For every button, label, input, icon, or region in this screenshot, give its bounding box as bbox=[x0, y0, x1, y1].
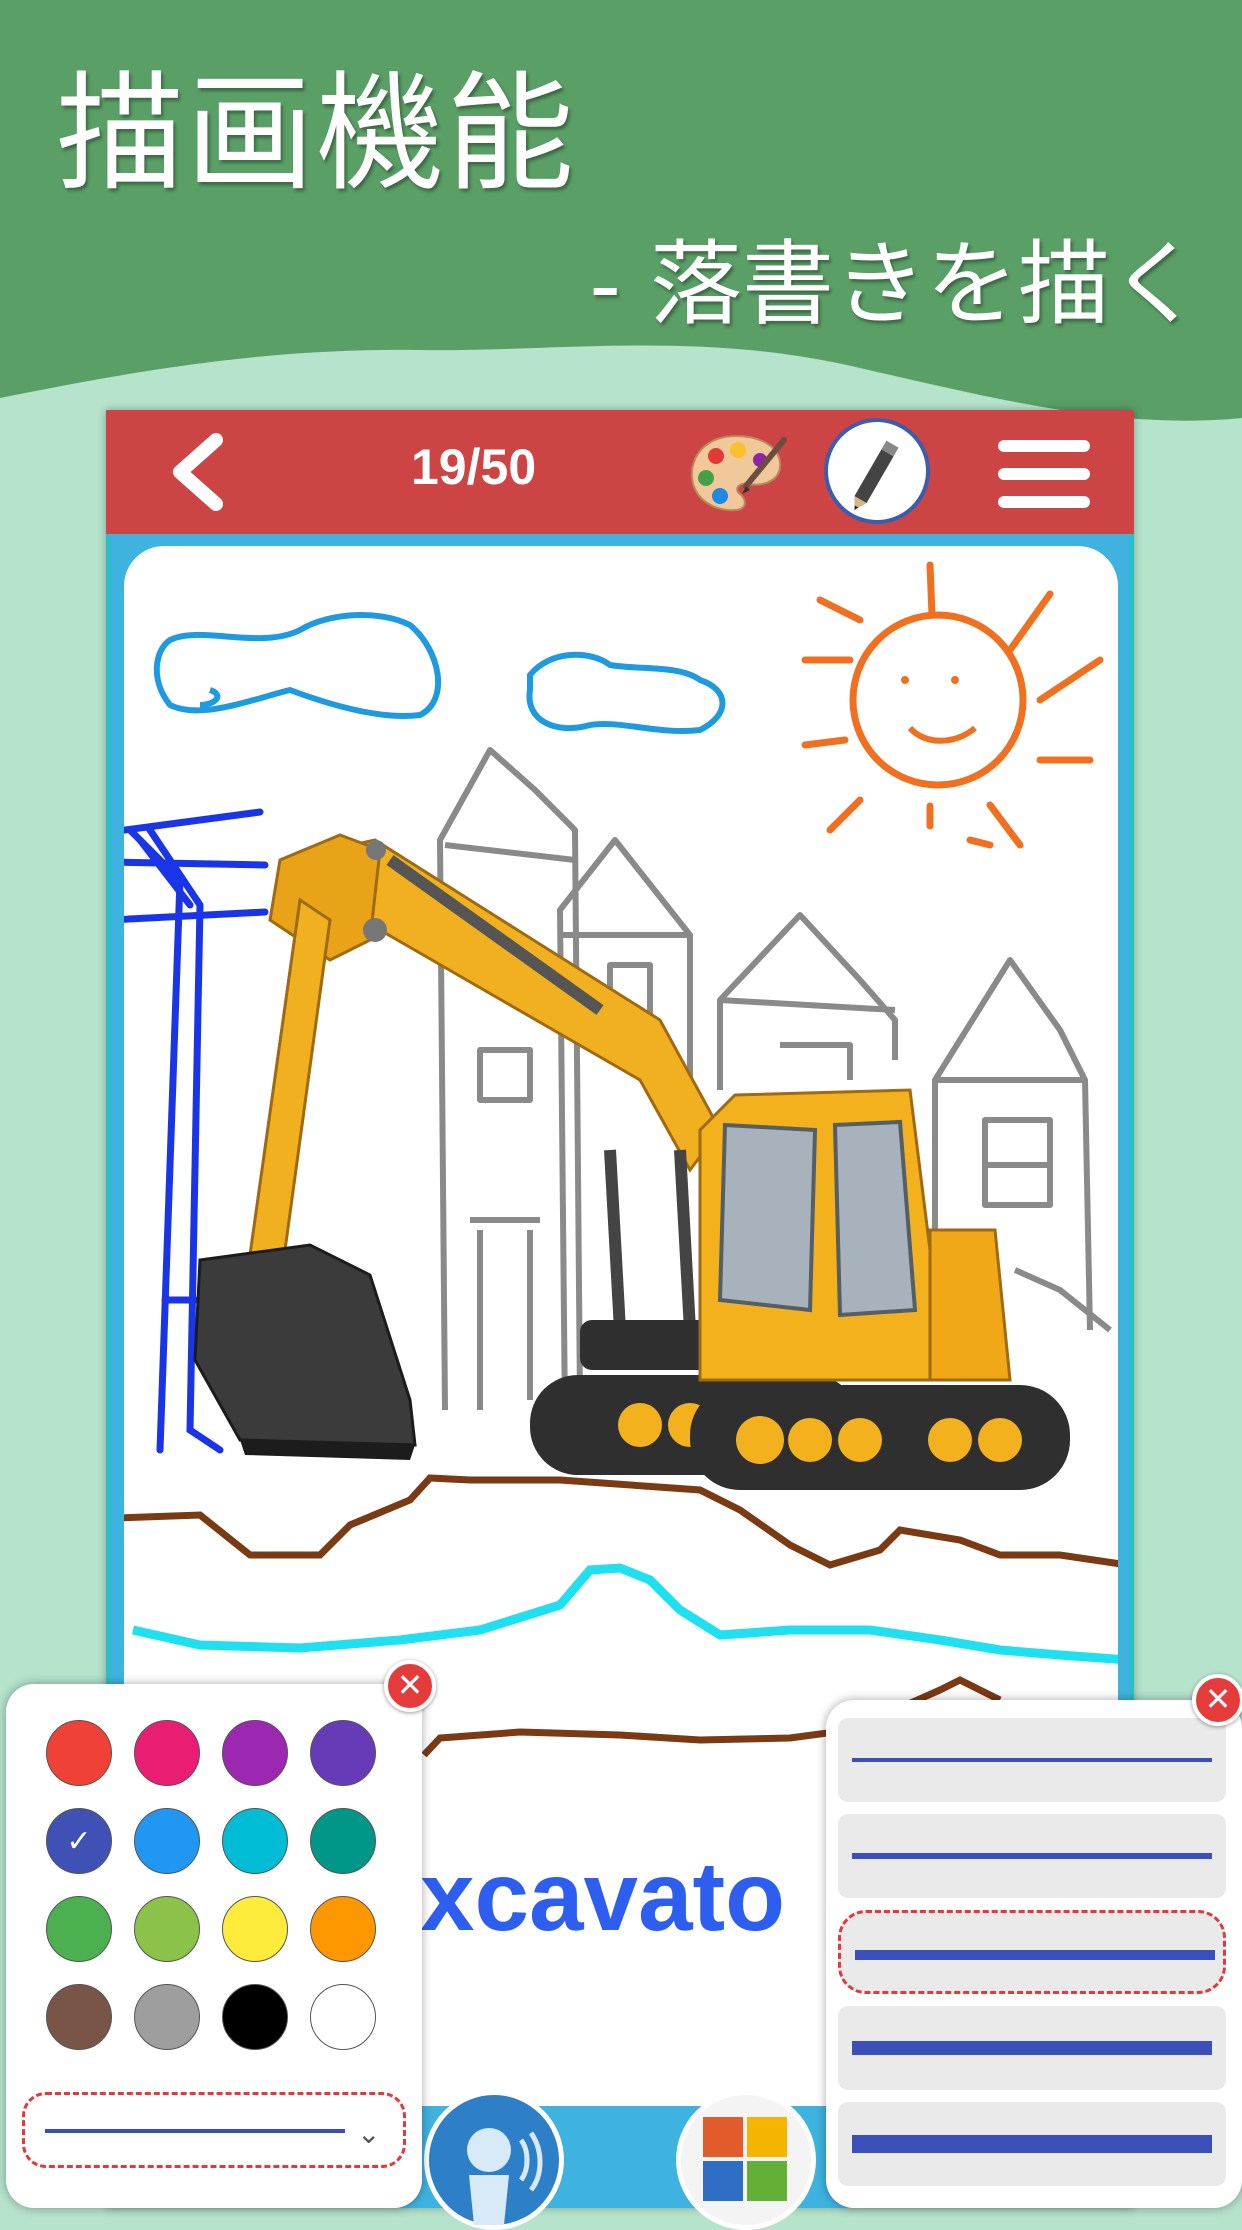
color-swatch[interactable] bbox=[222, 1808, 288, 1874]
cloud-scribble bbox=[153, 611, 442, 719]
stroke-width-line bbox=[852, 1853, 1212, 1859]
stroke-width-line bbox=[852, 2135, 1212, 2153]
sun-rays bbox=[801, 561, 1104, 849]
color-swatch-grid: ✓ bbox=[46, 1720, 396, 2050]
color-panel-close-button[interactable]: ✕ bbox=[384, 1660, 436, 1712]
color-swatch-selected[interactable]: ✓ bbox=[46, 1808, 112, 1874]
ground-scribble bbox=[124, 1474, 1118, 1569]
cloud-scribble bbox=[526, 651, 726, 734]
stroke-width-option[interactable] bbox=[838, 2102, 1226, 2186]
color-swatch[interactable] bbox=[134, 1808, 200, 1874]
color-swatch[interactable] bbox=[310, 1808, 376, 1874]
color-swatch[interactable] bbox=[46, 1984, 112, 2050]
stroke-width-panel bbox=[826, 1700, 1242, 2208]
stroke-width-line bbox=[855, 1950, 1215, 1960]
sun-scribble bbox=[849, 611, 1027, 789]
color-swatch[interactable] bbox=[134, 1896, 200, 1962]
stroke-width-dropdown[interactable]: ⌄ bbox=[22, 2092, 406, 2168]
stroke-width-option-selected[interactable] bbox=[838, 1910, 1226, 1994]
vocabulary-word: xcavato bbox=[420, 1841, 786, 1951]
stroke-width-line bbox=[852, 2041, 1212, 2055]
speaker-button[interactable] bbox=[424, 2090, 564, 2230]
color-swatch[interactable] bbox=[222, 1896, 288, 1962]
stroke-width-option[interactable] bbox=[838, 1814, 1226, 1898]
color-swatch[interactable] bbox=[222, 1984, 288, 2050]
color-swatch[interactable] bbox=[134, 1720, 200, 1786]
puzzle-icon bbox=[703, 2117, 787, 2201]
puzzle-button[interactable] bbox=[676, 2090, 816, 2230]
stroke-width-option[interactable] bbox=[838, 2006, 1226, 2090]
water-scribble bbox=[132, 1563, 1118, 1665]
color-swatch[interactable] bbox=[222, 1720, 288, 1786]
color-swatch[interactable] bbox=[310, 1896, 376, 1962]
speaker-icon bbox=[467, 2128, 543, 2225]
chevron-down-icon: ⌄ bbox=[357, 2117, 381, 2150]
stroke-width-preview bbox=[45, 2129, 345, 2133]
color-swatch[interactable] bbox=[310, 1720, 376, 1786]
color-swatch[interactable] bbox=[46, 1720, 112, 1786]
color-swatch[interactable] bbox=[134, 1984, 200, 2050]
stroke-width-line bbox=[852, 1758, 1212, 1762]
stroke-panel-close-button[interactable]: ✕ bbox=[1192, 1674, 1242, 1726]
color-picker-panel: ✓ ⌄ bbox=[6, 1684, 422, 2208]
stroke-width-option[interactable] bbox=[838, 1718, 1226, 1802]
color-swatch[interactable] bbox=[310, 1984, 376, 2050]
color-swatch[interactable] bbox=[46, 1896, 112, 1962]
